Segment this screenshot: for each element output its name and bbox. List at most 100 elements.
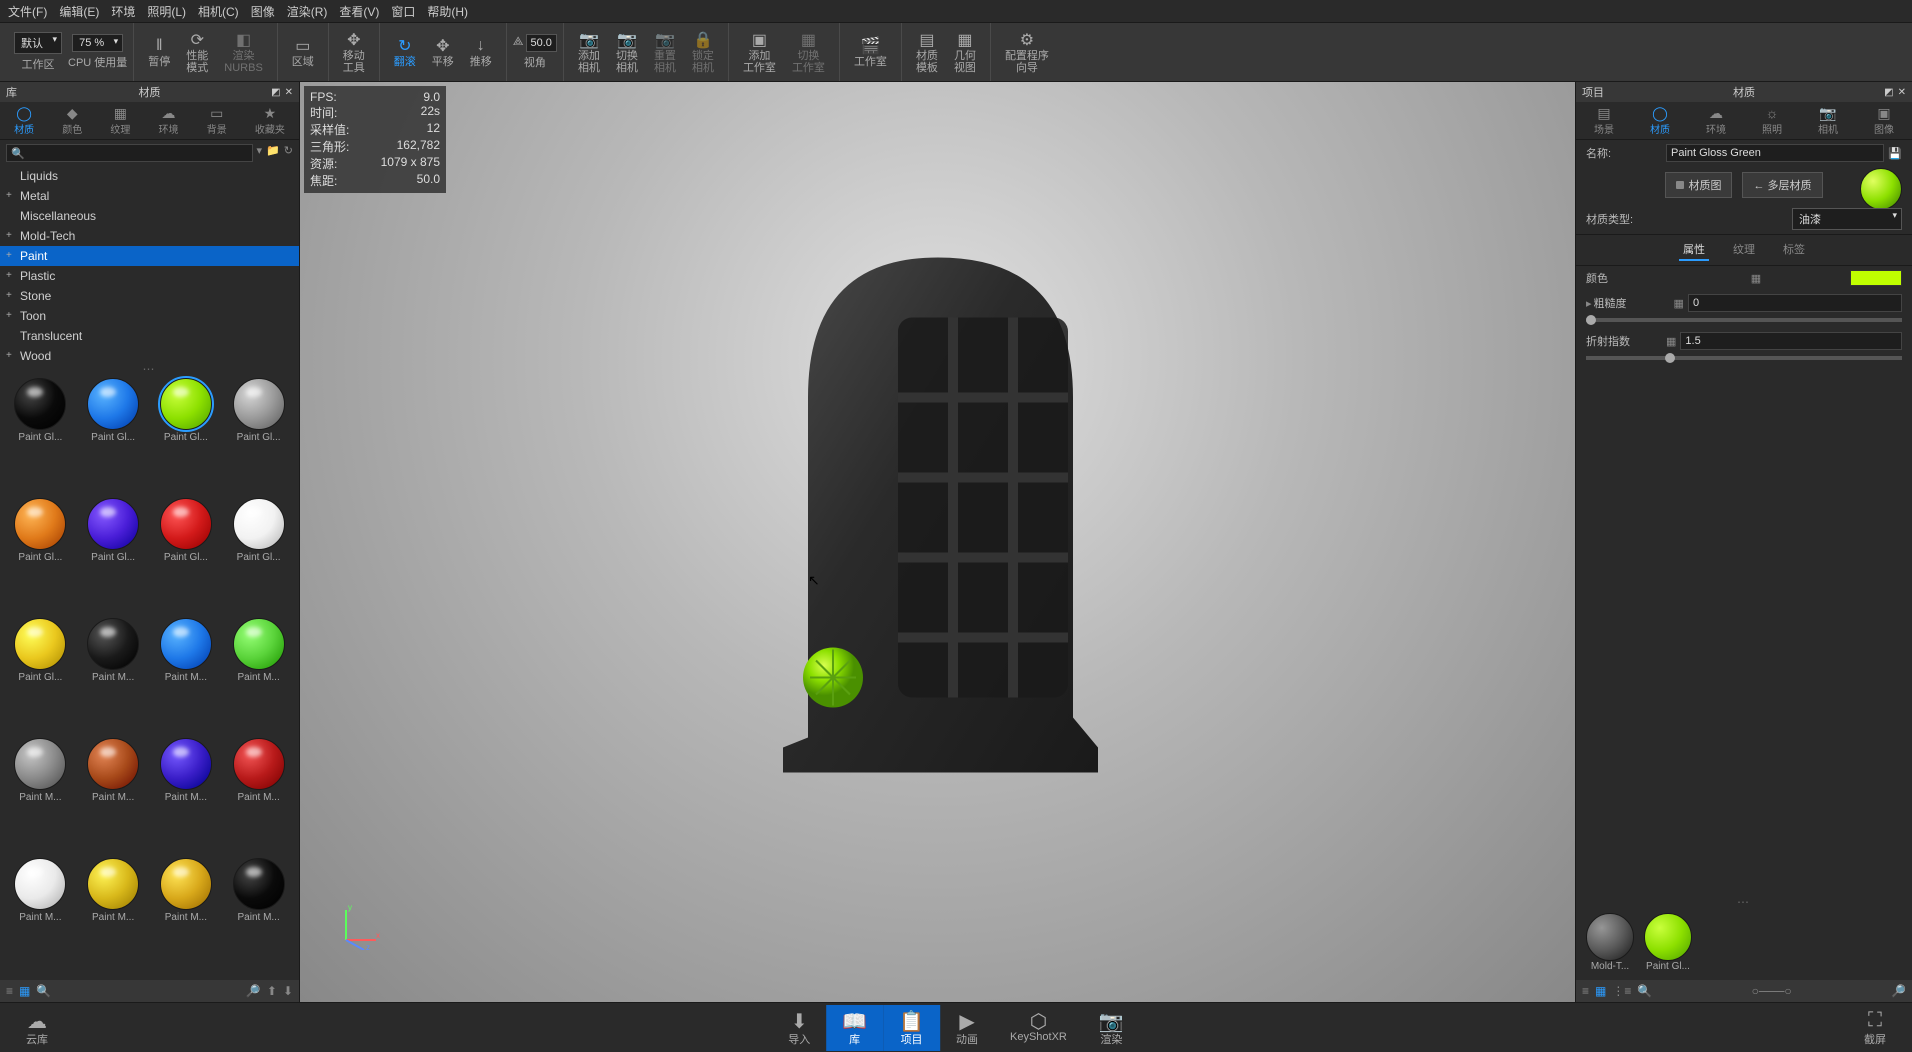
refresh-icon[interactable]: ↻ bbox=[284, 144, 293, 162]
texture-map-icon[interactable]: ▦ bbox=[1666, 335, 1676, 348]
material-thumb[interactable]: Paint Gl... bbox=[152, 378, 221, 494]
multilayer-button[interactable]: ← 多层材质 bbox=[1742, 172, 1822, 198]
lock-camera-button[interactable]: 🔒锁定 相机 bbox=[684, 26, 722, 78]
tree-item-stone[interactable]: Stone bbox=[0, 286, 299, 306]
move-tool-button[interactable]: ✥移动 工具 bbox=[335, 26, 373, 78]
close-icon[interactable]: ✕ bbox=[285, 87, 293, 98]
reset-camera-button[interactable]: 📷重置 相机 bbox=[646, 26, 684, 78]
tree-view-icon[interactable]: ⋮≡ bbox=[1612, 984, 1631, 998]
project-tab-场景[interactable]: ▤场景 bbox=[1590, 103, 1618, 138]
config-wizard-button[interactable]: ⚙配置程序 向导 bbox=[997, 26, 1057, 78]
zoom-out-icon[interactable]: 🔎 bbox=[246, 984, 261, 998]
material-thumb[interactable]: Paint M... bbox=[152, 618, 221, 734]
screenshot-button[interactable]: ⛶截屏 bbox=[1848, 1005, 1902, 1051]
menu-lighting[interactable]: 照明(L) bbox=[147, 3, 186, 20]
geom-view-button[interactable]: ▦几何 视图 bbox=[946, 26, 984, 78]
ior-slider[interactable] bbox=[1586, 356, 1902, 360]
menu-help[interactable]: 帮助(H) bbox=[427, 3, 468, 20]
add-studio-button[interactable]: ▣添加 工作室 bbox=[735, 26, 784, 78]
download-icon[interactable]: ⬇ bbox=[283, 984, 293, 998]
material-name-input[interactable] bbox=[1666, 144, 1884, 162]
search-icon[interactable]: 🔍 bbox=[36, 984, 51, 998]
close-icon[interactable]: ✕ bbox=[1898, 87, 1906, 98]
material-thumb[interactable]: Paint Gl... bbox=[6, 378, 75, 494]
menu-edit[interactable]: 编辑(E) bbox=[59, 3, 99, 20]
scene-material-thumb[interactable]: Mold-T... bbox=[1586, 913, 1634, 972]
material-thumb[interactable]: Paint M... bbox=[79, 618, 148, 734]
tree-item-wood[interactable]: Wood bbox=[0, 346, 299, 366]
zoom-dropdown[interactable]: 75 % bbox=[72, 34, 123, 52]
menu-view[interactable]: 查看(V) bbox=[339, 3, 379, 20]
filter-icon[interactable]: ▾ bbox=[257, 144, 263, 162]
project-button[interactable]: 📋项目 bbox=[883, 1005, 940, 1051]
project-tab-相机[interactable]: 📷相机 bbox=[1814, 103, 1842, 138]
matgraph-button[interactable]: 材质图 bbox=[1665, 172, 1732, 198]
save-icon[interactable]: 💾 bbox=[1888, 147, 1902, 160]
tree-item-translucent[interactable]: Translucent bbox=[0, 326, 299, 346]
render-button[interactable]: 📷渲染 bbox=[1083, 1005, 1140, 1051]
material-thumb[interactable]: Paint M... bbox=[152, 858, 221, 974]
material-thumb[interactable]: Paint M... bbox=[224, 738, 293, 854]
roughness-slider[interactable] bbox=[1586, 318, 1902, 322]
color-swatch[interactable] bbox=[1850, 270, 1902, 286]
menu-window[interactable]: 窗口 bbox=[391, 3, 415, 20]
tree-item-mold-tech[interactable]: Mold-Tech bbox=[0, 226, 299, 246]
region-button[interactable]: ▭区域 bbox=[284, 32, 322, 72]
undock-icon[interactable]: ◩ bbox=[1884, 87, 1893, 98]
material-thumb[interactable]: Paint Gl... bbox=[152, 498, 221, 614]
tree-item-toon[interactable]: Toon bbox=[0, 306, 299, 326]
material-thumb[interactable]: Paint Gl... bbox=[79, 378, 148, 494]
menu-env[interactable]: 环境 bbox=[111, 3, 135, 20]
project-tab-照明[interactable]: ☼照明 bbox=[1758, 103, 1786, 138]
nurbs-button[interactable]: ◧渲染 NURBS bbox=[216, 26, 271, 78]
tree-item-liquids[interactable]: Liquids bbox=[0, 166, 299, 186]
switch-camera-button[interactable]: 📷切换 相机 bbox=[608, 26, 646, 78]
library-tab-纹理[interactable]: ▦纹理 bbox=[106, 103, 134, 138]
pan-button[interactable]: ✥平移 bbox=[424, 32, 462, 72]
library-tab-背景[interactable]: ▭背景 bbox=[203, 103, 231, 138]
workspace-dropdown[interactable]: 默认 bbox=[14, 32, 62, 54]
cloud-library-button[interactable]: ☁云库 bbox=[10, 1005, 64, 1051]
material-thumb[interactable]: Paint M... bbox=[6, 738, 75, 854]
tree-item-metal[interactable]: Metal bbox=[0, 186, 299, 206]
dolly-button[interactable]: ↓推移 bbox=[462, 32, 500, 72]
material-thumb[interactable]: Paint M... bbox=[6, 858, 75, 974]
material-thumb[interactable]: Paint Gl... bbox=[6, 618, 75, 734]
folder-icon[interactable]: 📁 bbox=[266, 144, 280, 162]
import-button[interactable]: ⬇导入 bbox=[772, 1005, 826, 1051]
animation-button[interactable]: ▶动画 bbox=[940, 1005, 994, 1051]
project-tab-图像[interactable]: ▣图像 bbox=[1870, 103, 1898, 138]
material-thumb[interactable]: Paint Gl... bbox=[224, 378, 293, 494]
add-camera-button[interactable]: 📷添加 相机 bbox=[570, 26, 608, 78]
texture-map-icon[interactable]: ▦ bbox=[1751, 272, 1761, 285]
perf-mode-button[interactable]: ⟳性能 模式 bbox=[178, 26, 216, 78]
material-thumb[interactable]: Paint M... bbox=[79, 858, 148, 974]
library-tab-环境[interactable]: ☁环境 bbox=[155, 103, 183, 138]
project-tab-材质[interactable]: ◯材质 bbox=[1646, 103, 1674, 138]
material-thumb[interactable]: Paint Gl... bbox=[6, 498, 75, 614]
ior-input[interactable] bbox=[1680, 332, 1902, 350]
mattype-dropdown[interactable]: 油漆 bbox=[1792, 208, 1902, 230]
menu-render[interactable]: 渲染(R) bbox=[287, 3, 328, 20]
search-input[interactable] bbox=[6, 144, 253, 162]
studio-button[interactable]: 🎬工作室 bbox=[846, 32, 895, 72]
focal-length-input[interactable]: 50.0 bbox=[526, 34, 557, 52]
material-thumb[interactable]: Paint Gl... bbox=[79, 498, 148, 614]
material-thumb[interactable]: Paint M... bbox=[224, 618, 293, 734]
undock-icon[interactable]: ◩ bbox=[271, 87, 280, 98]
pause-button[interactable]: ‖暂停 bbox=[140, 32, 178, 72]
upload-icon[interactable]: ⬆ bbox=[267, 984, 277, 998]
subtab-label[interactable]: 标签 bbox=[1779, 239, 1809, 261]
keyshotxr-button[interactable]: ⬡KeyShotXR bbox=[994, 1005, 1083, 1051]
material-thumb[interactable]: Paint Gl... bbox=[224, 498, 293, 614]
search-icon[interactable]: 🔍 bbox=[1637, 984, 1652, 998]
library-tab-颜色[interactable]: ◆颜色 bbox=[58, 103, 86, 138]
list-view-icon[interactable]: ≡ bbox=[6, 984, 13, 998]
scene-material-thumb[interactable]: Paint Gl... bbox=[1644, 913, 1692, 972]
menu-image[interactable]: 图像 bbox=[251, 3, 275, 20]
grid-view-icon[interactable]: ▦ bbox=[19, 984, 30, 998]
material-preview-sphere[interactable] bbox=[1860, 168, 1902, 210]
project-tab-环境[interactable]: ☁环境 bbox=[1702, 103, 1730, 138]
roughness-input[interactable] bbox=[1688, 294, 1902, 312]
subtab-texture[interactable]: 纹理 bbox=[1729, 239, 1759, 261]
